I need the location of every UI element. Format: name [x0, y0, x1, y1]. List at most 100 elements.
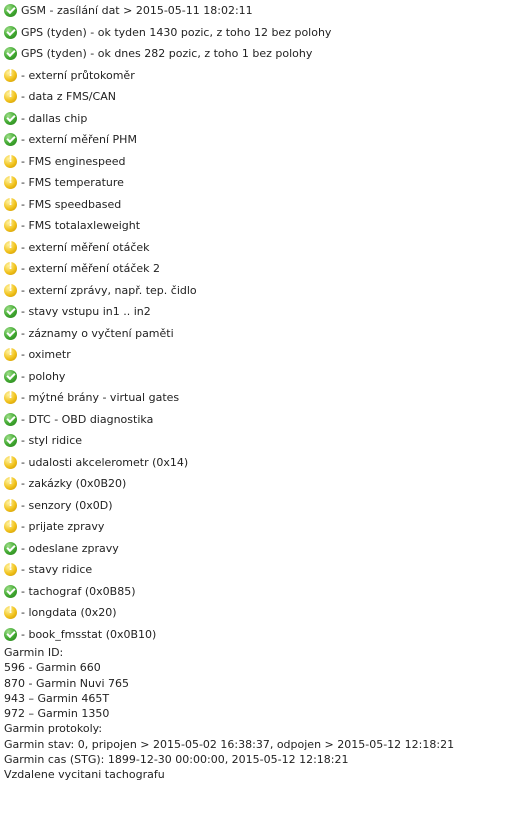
status-item-label: GPS (tyden) - ok dnes 282 pozic, z toho … — [21, 47, 313, 61]
status-item-label: - externí průtokoměr — [21, 68, 135, 82]
status-item-label: - stavy ridice — [21, 563, 93, 577]
garmin-device: 596 - Garmin 660 — [4, 661, 101, 675]
status-item-label: - zakázky (0x0B20) — [21, 477, 127, 491]
green-check-icon — [4, 541, 17, 555]
status-item: - DTC - OBD diagnostika — [4, 409, 508, 431]
status-item: - stavy vstupu in1 .. in2 — [4, 301, 508, 323]
status-report: GSM - zasílání dat > 2015-05-11 18:02:11… — [4, 0, 508, 783]
status-item: - externí měření otáček — [4, 237, 508, 259]
yellow-warning-icon — [4, 89, 17, 104]
status-item: - externí zprávy, např. tep. čidlo — [4, 280, 508, 302]
yellow-warning-icon — [4, 175, 17, 190]
yellow-warning-icon — [4, 283, 17, 297]
green-check-icon — [4, 25, 17, 39]
green-check-icon — [4, 47, 17, 61]
status-item-label: - FMS enginespeed — [21, 154, 126, 168]
status-item: - externí průtokoměr — [4, 65, 508, 87]
status-item: GSM - zasílání dat > 2015-05-11 18:02:11 — [4, 0, 508, 22]
status-item-label: - book_fmsstat (0x0B10) — [21, 627, 157, 641]
garmin-device: 870 - Garmin Nuvi 765 — [4, 676, 130, 690]
yellow-warning-icon — [4, 562, 17, 577]
garmin-time-line: Garmin cas (STG): 1899-12-30 00:00:00, 2… — [4, 753, 349, 767]
status-item: - tachograf (0x0B85) — [4, 581, 508, 603]
yellow-warning-icon — [4, 197, 17, 211]
yellow-warning-icon — [4, 68, 17, 82]
status-item: - mýtné brány - virtual gates — [4, 387, 508, 409]
status-item: - data z FMS/CAN — [4, 86, 508, 108]
status-item-label: - udalosti akcelerometr (0x14) — [21, 455, 189, 469]
status-item: - FMS temperature — [4, 172, 508, 194]
status-item: - externí měření otáček 2 — [4, 258, 508, 280]
status-item-label: - FMS totalaxleweight — [21, 219, 141, 233]
status-item-label: - polohy — [21, 369, 66, 383]
status-item: - udalosti akcelerometr (0x14) — [4, 452, 508, 474]
status-item-label: - FMS temperature — [21, 176, 124, 190]
status-item-label: - dallas chip — [21, 111, 88, 125]
yellow-warning-icon — [4, 240, 17, 254]
status-item: - záznamy o vyčtení paměti — [4, 323, 508, 345]
remote-tachograph-line: Vzdalene vycitani tachografu — [4, 768, 165, 782]
status-item: - FMS enginespeed — [4, 151, 508, 173]
status-item-label: - externí měření otáček 2 — [21, 262, 161, 276]
green-check-icon — [4, 4, 17, 18]
green-check-icon — [4, 434, 17, 448]
status-item: - FMS speedbased — [4, 194, 508, 216]
status-item-label: GSM - zasílání dat > 2015-05-11 18:02:11 — [21, 4, 253, 18]
yellow-warning-icon — [4, 154, 17, 168]
green-check-icon — [4, 305, 17, 319]
status-item-label: - senzory (0x0D) — [21, 498, 113, 512]
status-item-label: - stavy vstupu in1 .. in2 — [21, 305, 151, 319]
status-item-label: - FMS speedbased — [21, 197, 122, 211]
status-item: - polohy — [4, 366, 508, 388]
yellow-warning-icon — [4, 261, 17, 276]
status-item: - odeslane zpravy — [4, 538, 508, 560]
status-item-label: - data z FMS/CAN — [21, 90, 116, 104]
green-check-icon — [4, 627, 17, 641]
green-check-icon — [4, 412, 17, 426]
yellow-warning-icon — [4, 498, 17, 512]
status-item: - prijate zpravy — [4, 516, 508, 538]
status-item: - externí měření PHM — [4, 129, 508, 151]
status-item-label: - oximetr — [21, 348, 71, 362]
status-item-label: GPS (tyden) - ok tyden 1430 pozic, z toh… — [21, 25, 332, 39]
green-check-icon — [4, 133, 17, 147]
yellow-warning-icon — [4, 218, 17, 233]
status-item-label: - mýtné brány - virtual gates — [21, 391, 180, 405]
yellow-warning-icon — [4, 455, 17, 469]
status-item-label: - styl ridice — [21, 434, 83, 448]
yellow-warning-icon — [4, 605, 17, 620]
status-item: - dallas chip — [4, 108, 508, 130]
status-item: - longdata (0x20) — [4, 602, 508, 624]
status-item-label: - odeslane zpravy — [21, 541, 119, 555]
status-item: - styl ridice — [4, 430, 508, 452]
status-item: GPS (tyden) - ok tyden 1430 pozic, z toh… — [4, 22, 508, 44]
status-item-label: - prijate zpravy — [21, 520, 105, 534]
status-item: - FMS totalaxleweight — [4, 215, 508, 237]
yellow-warning-icon — [4, 476, 17, 491]
garmin-device: 943 – Garmin 465T — [4, 691, 110, 705]
garmin-protocols-heading: Garmin protokoly: — [4, 722, 103, 736]
green-check-icon — [4, 584, 17, 598]
status-item-label: - DTC - OBD diagnostika — [21, 412, 154, 426]
garmin-device: 972 – Garmin 1350 — [4, 707, 110, 721]
status-item-label: - externí měření PHM — [21, 133, 137, 147]
yellow-warning-icon — [4, 347, 17, 362]
status-item: - book_fmsstat (0x0B10) — [4, 624, 508, 646]
status-item: - zakázky (0x0B20) — [4, 473, 508, 495]
status-item-label: - tachograf (0x0B85) — [21, 584, 136, 598]
green-check-icon — [4, 369, 17, 383]
status-item-label: - longdata (0x20) — [21, 606, 117, 620]
yellow-warning-icon — [4, 390, 17, 405]
green-check-icon — [4, 111, 17, 125]
yellow-warning-icon — [4, 519, 17, 534]
status-item: - stavy ridice — [4, 559, 508, 581]
garmin-id-heading: Garmin ID: — [4, 646, 64, 659]
status-item-label: - externí zprávy, např. tep. čidlo — [21, 283, 197, 297]
garmin-info: Garmin ID: 596 - Garmin 660 870 - Garmin… — [4, 645, 508, 783]
status-item-label: - záznamy o vyčtení paměti — [21, 326, 174, 340]
status-item: GPS (tyden) - ok dnes 282 pozic, z toho … — [4, 43, 508, 65]
status-item: - oximetr — [4, 344, 508, 366]
status-item-label: - externí měření otáček — [21, 240, 150, 254]
status-list: GSM - zasílání dat > 2015-05-11 18:02:11… — [4, 0, 508, 645]
green-check-icon — [4, 326, 17, 340]
